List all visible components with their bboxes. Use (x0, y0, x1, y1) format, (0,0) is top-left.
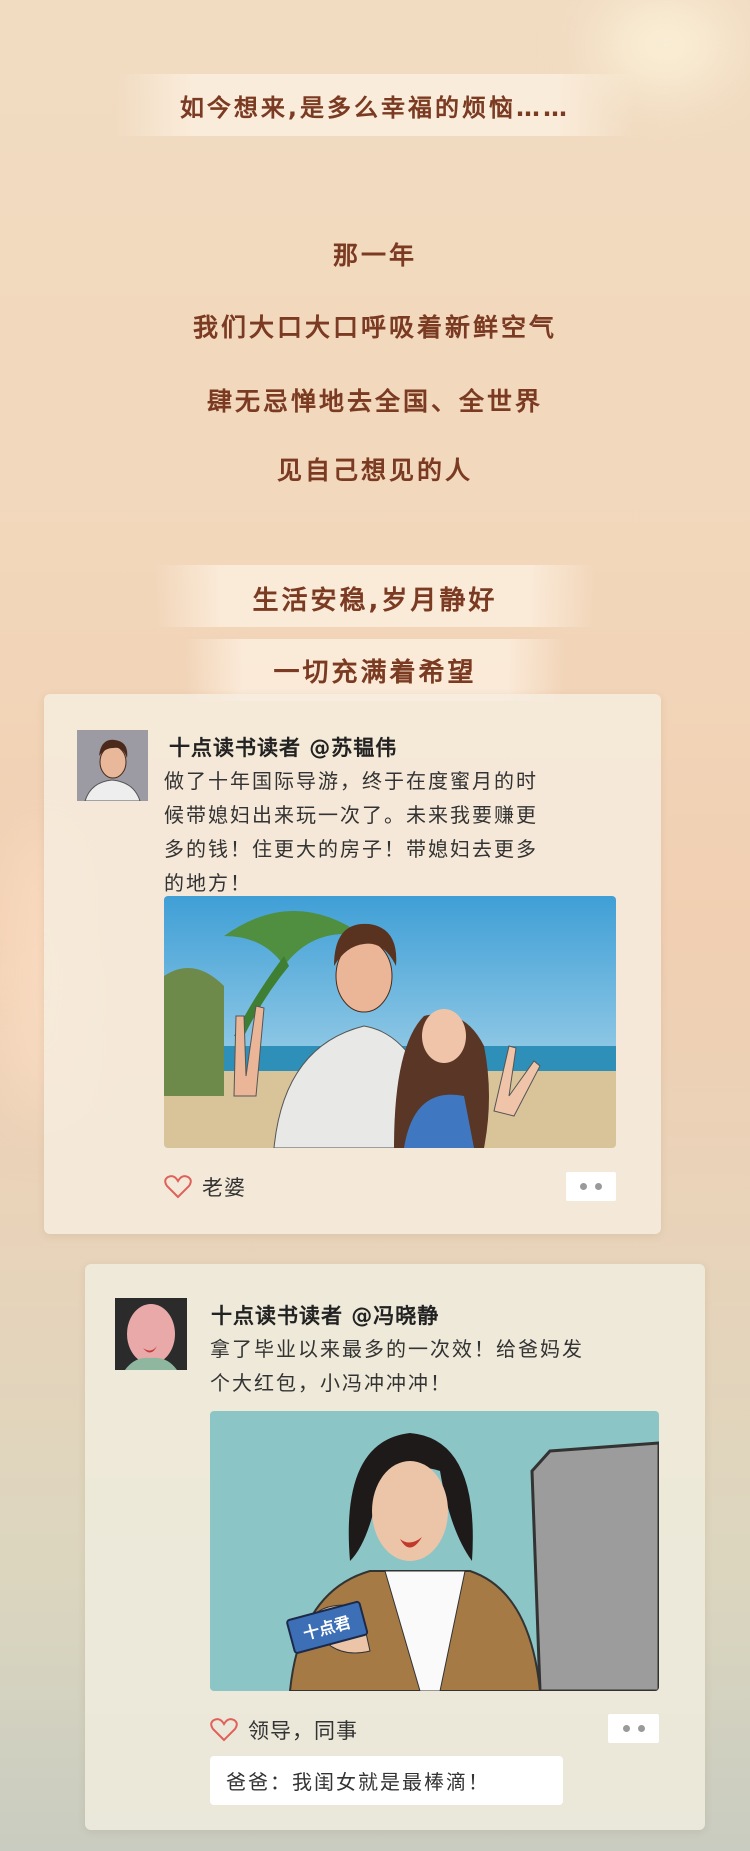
post-text-line: 候带媳妇出来玩一次了。未来我要赚更 (164, 803, 538, 827)
more-options-button[interactable] (608, 1714, 659, 1743)
post-text-line: 做了十年国际导游，终于在度蜜月的时 (164, 769, 538, 793)
poem-line: 一切充满着希望 (273, 658, 477, 688)
likes-names: 领导，同事 (248, 1719, 358, 1743)
poem-line: 生活安稳,岁月静好 (252, 586, 498, 616)
post-text: 做了十年国际导游，终于在度蜜月的时 候带媳妇出来玩一次了。未来我要赚更 多的钱！… (164, 764, 538, 900)
poem-line: 那一年 (332, 241, 417, 270)
dot-icon (580, 1183, 587, 1190)
poem-line: 我们大口大口呼吸着新鲜空气 (192, 313, 557, 342)
poem-line: 肆无忌惮地去全国、全世界 (206, 387, 543, 416)
post-text: 拿了毕业以来最多的一次效！给爸妈发 个大红包，小冯冲冲冲！ (210, 1332, 584, 1400)
poem-line: 见自己想见的人 (276, 456, 473, 485)
likes-row: 领导，同事 (210, 1715, 358, 1745)
likes-names: 老婆 (202, 1176, 246, 1200)
post-text-line: 的地方！ (164, 871, 252, 895)
post-image-beach-couple[interactable] (164, 896, 616, 1148)
post-card: 十点读书读者 @苏韫伟 做了十年国际导游，终于在度蜜月的时 候带媳妇出来玩一次了… (44, 694, 661, 1234)
poem-line: 如今想来,是多么幸福的烦恼…… (179, 94, 571, 122)
heart-icon[interactable] (164, 1174, 192, 1200)
avatar (77, 730, 148, 801)
likes-row: 老婆 (164, 1172, 246, 1202)
post-author: 十点读书读者 @冯晓静 (211, 1304, 440, 1328)
post-text-line: 个大红包，小冯冲冲冲！ (210, 1371, 452, 1395)
avatar (115, 1298, 187, 1370)
heart-icon[interactable] (210, 1717, 238, 1743)
dot-icon (595, 1183, 602, 1190)
more-options-button[interactable] (566, 1172, 616, 1201)
post-card: 十点读书读者 @冯晓静 拿了毕业以来最多的一次效！给爸妈发 个大红包，小冯冲冲冲… (85, 1264, 705, 1830)
dot-icon (622, 1725, 630, 1732)
post-text-line: 拿了毕业以来最多的一次效！给爸妈发 (210, 1337, 584, 1361)
post-author: 十点读书读者 @苏韫伟 (169, 736, 398, 760)
post-image-office-woman[interactable]: 十点君 (210, 1411, 659, 1691)
comment: 爸爸：我闺女就是最棒滴！ (210, 1756, 563, 1805)
dot-icon (637, 1725, 645, 1732)
post-text-line: 多的钱！住更大的房子！带媳妇去更多 (164, 837, 538, 861)
